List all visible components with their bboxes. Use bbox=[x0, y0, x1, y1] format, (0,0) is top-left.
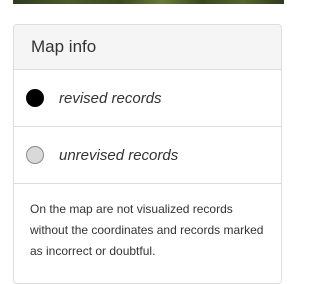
legend-label-unrevised: unrevised records bbox=[59, 146, 179, 164]
legend-item-revised: revised records bbox=[14, 70, 281, 127]
map-info-note: On the map are not visualized records wi… bbox=[30, 202, 264, 258]
map-image-strip bbox=[13, 0, 284, 4]
legend-label-revised: revised records bbox=[59, 89, 162, 107]
map-info-panel: Map info revised records unrevised recor… bbox=[13, 24, 282, 284]
panel-title: Map info bbox=[14, 25, 281, 70]
revised-records-marker-icon bbox=[26, 89, 44, 107]
legend-item-unrevised: unrevised records bbox=[14, 127, 281, 184]
unrevised-records-marker-icon bbox=[26, 146, 44, 164]
